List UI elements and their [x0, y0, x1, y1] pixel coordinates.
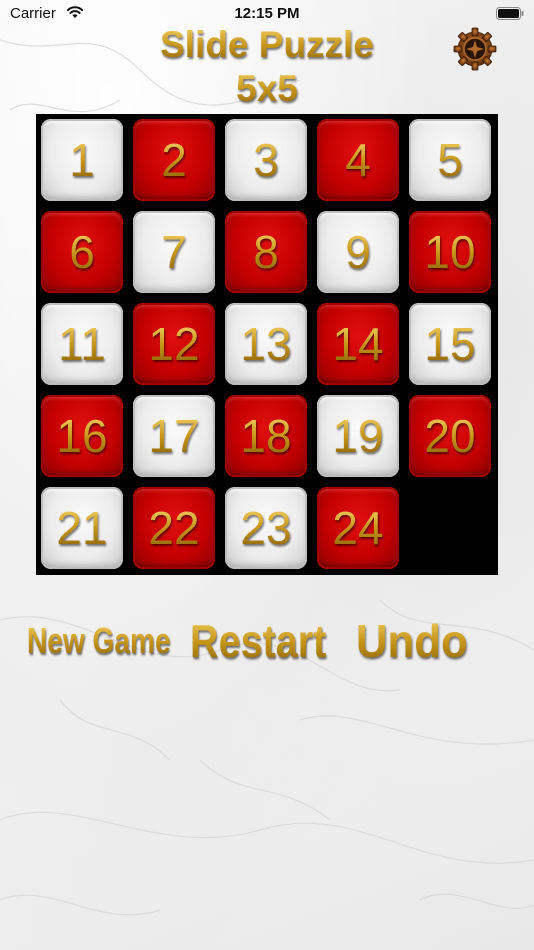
puzzle-tile[interactable]: 14	[317, 303, 399, 385]
tile-number: 10	[424, 226, 476, 278]
tile-number: 24	[332, 502, 384, 554]
puzzle-tile[interactable]: 12	[133, 303, 215, 385]
tile-number: 7	[161, 226, 187, 278]
tile-number: 19	[332, 410, 384, 462]
tile-number: 14	[332, 318, 384, 370]
puzzle-tile[interactable]: 9	[317, 211, 399, 293]
puzzle-tile[interactable]: 20	[409, 395, 491, 477]
tile-number: 23	[240, 502, 292, 554]
puzzle-tile[interactable]: 2	[133, 119, 215, 201]
puzzle-tile[interactable]: 3	[225, 119, 307, 201]
puzzle-tile[interactable]: 5	[409, 119, 491, 201]
clock: 12:15 PM	[234, 5, 300, 22]
puzzle-tile[interactable]: 24	[317, 487, 399, 569]
puzzle-tile[interactable]: 7	[133, 211, 215, 293]
tile-number: 12	[148, 318, 200, 370]
tile-number: 6	[69, 226, 95, 278]
puzzle-tile[interactable]: 22	[133, 487, 215, 569]
puzzle-tile[interactable]: 18	[225, 395, 307, 477]
puzzle-tile[interactable]: 10	[409, 211, 491, 293]
puzzle-tile[interactable]: 21	[41, 487, 123, 569]
puzzle-tile[interactable]: 19	[317, 395, 399, 477]
tile-number: 9	[345, 226, 371, 278]
tile-number: 8	[253, 226, 279, 278]
puzzle-tile[interactable]: 15	[409, 303, 491, 385]
tile-number: 11	[58, 318, 106, 370]
puzzle-tile[interactable]: 8	[225, 211, 307, 293]
puzzle-tile[interactable]: 4	[317, 119, 399, 201]
puzzle-size-label: 5x5	[0, 68, 534, 110]
gear-icon[interactable]	[453, 27, 497, 71]
tile-number: 21	[56, 502, 108, 554]
puzzle-tile[interactable]: 11	[41, 303, 123, 385]
puzzle-tile[interactable]: 13	[225, 303, 307, 385]
game-controls: New Game Restart Undo	[0, 612, 534, 672]
tile-number: 3	[253, 134, 279, 186]
tile-number: 22	[148, 502, 200, 554]
tile-number: 2	[161, 134, 187, 186]
tile-number: 1	[69, 134, 95, 186]
battery-icon	[496, 7, 524, 20]
tile-number: 20	[424, 410, 476, 462]
tile-number: 17	[148, 410, 200, 462]
puzzle-tile[interactable]: 1	[41, 119, 123, 201]
puzzle-tile[interactable]: 17	[133, 395, 215, 477]
tile-number: 15	[424, 318, 476, 370]
tile-number: 4	[345, 134, 371, 186]
tile-number: 16	[56, 410, 108, 462]
puzzle-tile[interactable]: 23	[225, 487, 307, 569]
tile-number: 5	[437, 134, 463, 186]
puzzle-tile[interactable]: 16	[41, 395, 123, 477]
undo-button[interactable]: Undo	[356, 614, 468, 668]
tile-number: 13	[240, 318, 292, 370]
tile-number: 18	[240, 410, 292, 462]
puzzle-board: 1 2 3 4 5 6 7 8 9 10 11 12 13 14 15 16 17 18 19 20 21 22 23 24	[36, 114, 498, 575]
new-game-button[interactable]: New Game	[27, 620, 171, 662]
puzzle-tile[interactable]: 6	[41, 211, 123, 293]
restart-button[interactable]: Restart	[190, 614, 326, 668]
